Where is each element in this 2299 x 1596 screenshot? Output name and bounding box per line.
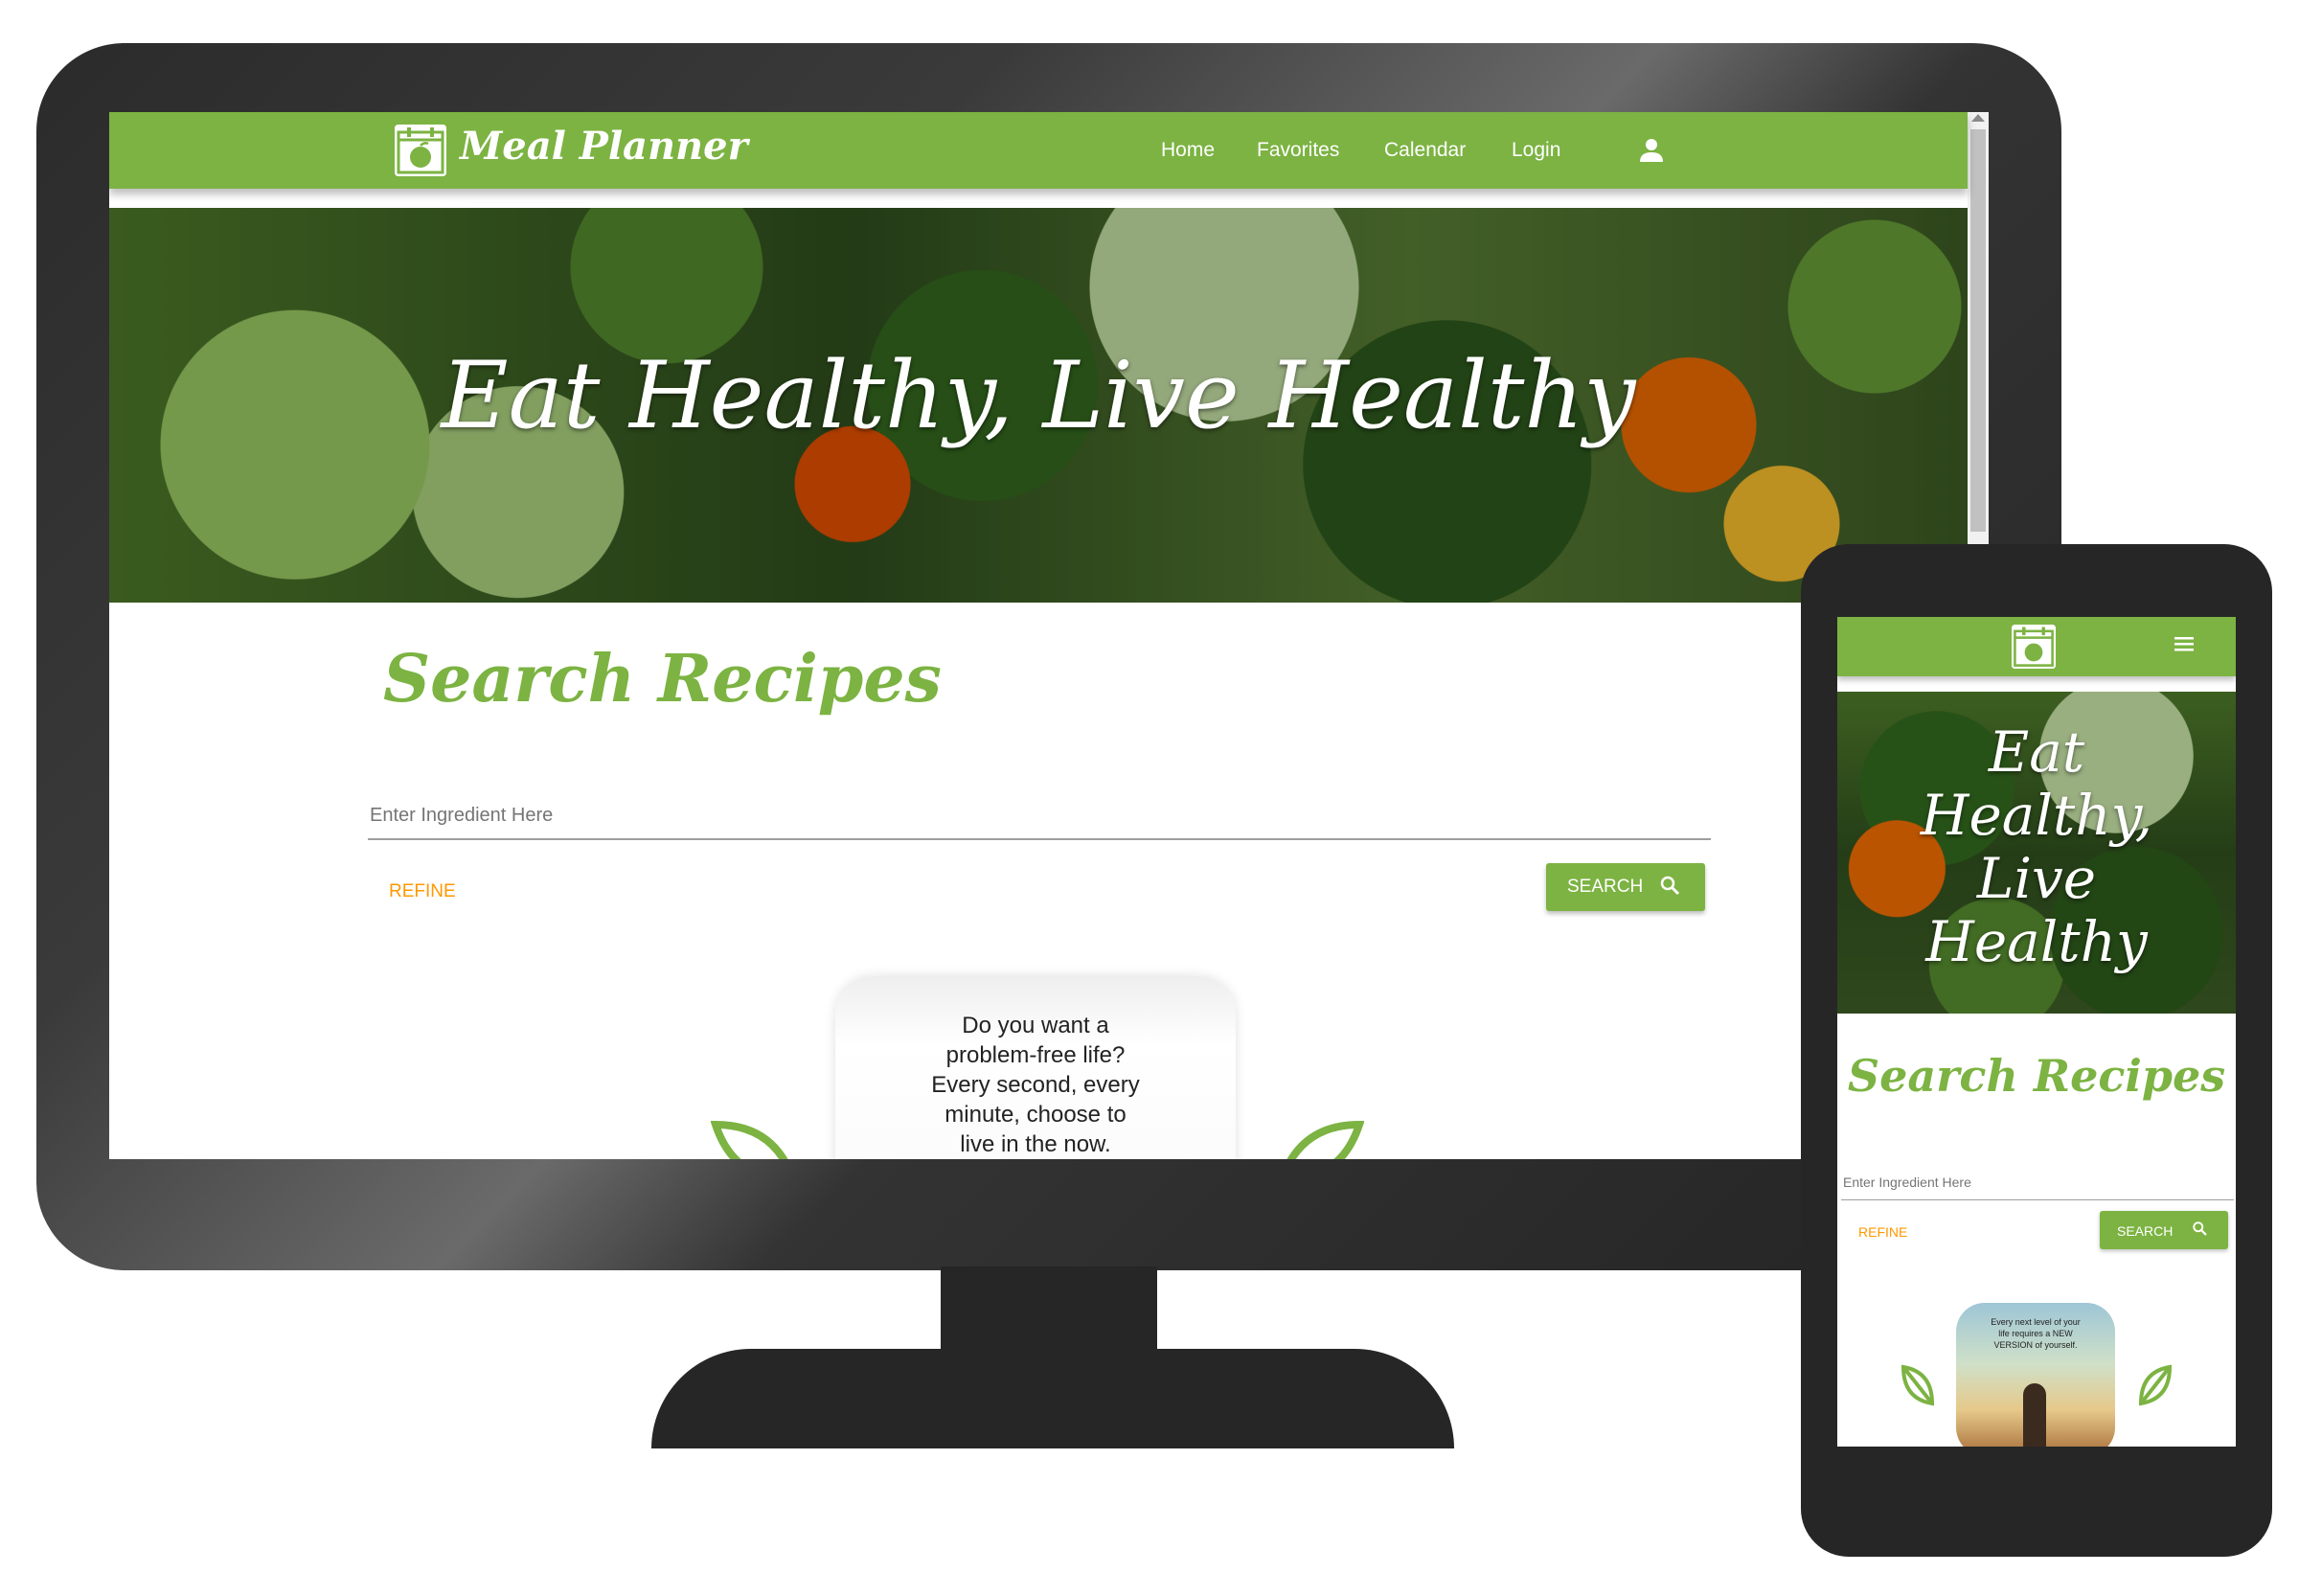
hero-banner: Eat Healthy, Live Healthy (109, 208, 1968, 603)
leaf-icon (2136, 1362, 2174, 1408)
nav-login[interactable]: Login (1512, 139, 1560, 162)
mobile-quote-card: Every next level of your life requires a… (1956, 1303, 2115, 1447)
magnifier-icon (1659, 875, 1682, 898)
leaf-icon (1899, 1362, 1937, 1408)
person-icon[interactable] (1638, 137, 1665, 164)
quote-line: Every second, every (931, 1072, 1140, 1098)
nav-calendar[interactable]: Calendar (1384, 139, 1466, 162)
mobile-ingredient-search-input[interactable] (1841, 1165, 2234, 1200)
hero-title: Eat Healthy, Live Healthy (441, 342, 1636, 449)
nav-favorites[interactable]: Favorites (1257, 139, 1339, 162)
mobile-quote-line: Every next level of your (1991, 1317, 2081, 1327)
leaf-icon (710, 1120, 797, 1159)
mobile-search-button[interactable]: SEARCH (2100, 1211, 2228, 1249)
scrollbar-thumb[interactable] (1970, 129, 1986, 532)
ingredient-search-input[interactable] (368, 792, 1711, 840)
quote-text: Do you want a problem-free life? Every s… (835, 1011, 1236, 1159)
hamburger-icon[interactable] (2173, 634, 2196, 653)
leaf-icon (1278, 1120, 1365, 1159)
quote-line: minute, choose to (945, 1102, 1127, 1128)
mobile-hero-banner: Eat Healthy, Live Healthy (1837, 692, 2236, 1014)
mobile-quote-text: Every next level of your life requires a… (1969, 1316, 2102, 1351)
desktop-monitor-base (651, 1349, 1454, 1448)
mobile-hero-title-line: Eat (1988, 719, 2085, 785)
quote-card: Do you want a problem-free life? Every s… (835, 976, 1236, 1159)
mobile-quote-line: life requires a NEW (1998, 1329, 2073, 1338)
search-button-label: SEARCH (1567, 877, 1644, 897)
search-button[interactable]: SEARCH (1546, 863, 1705, 911)
desktop-monitor-neck (941, 1266, 1157, 1353)
mobile-hero-title-line: Healthy (1925, 909, 2148, 974)
mobile-hero-title-line: Live (1976, 846, 2097, 911)
mobile-search-recipes-heading: Search Recipes (1847, 1050, 2226, 1102)
mobile-hero-title: Eat Healthy, Live Healthy (1837, 720, 2236, 973)
search-recipes-heading: Search Recipes (383, 641, 942, 718)
quote-line: Do you want a (962, 1013, 1109, 1038)
calendar-apple-logo-icon[interactable] (395, 125, 446, 176)
quote-line: problem-free life? (945, 1042, 1126, 1068)
brand-name[interactable]: Meal Planner (460, 124, 748, 169)
mobile-navbar (1837, 617, 2236, 676)
scroll-up-arrow-icon[interactable] (1971, 114, 1985, 122)
mobile-search-button-label: SEARCH (2117, 1223, 2174, 1239)
quote-line: live in the now. (960, 1131, 1111, 1157)
refine-link[interactable]: REFINE (389, 881, 456, 902)
mobile-screen: Eat Healthy, Live Healthy Search Recipes… (1837, 617, 2236, 1447)
desktop-screen: Meal Planner Home Favorites Calendar Log… (109, 112, 1989, 1159)
person-silhouette (2023, 1383, 2046, 1447)
magnifier-icon (2192, 1220, 2209, 1238)
mobile-hero-title-line: Healthy, (1920, 783, 2153, 848)
nav-home[interactable]: Home (1161, 139, 1215, 162)
mobile-quote-line: VERSION of yourself. (1993, 1340, 2078, 1350)
mobile-refine-link[interactable]: REFINE (1858, 1224, 1907, 1240)
desktop-navbar: Meal Planner Home Favorites Calendar Log… (109, 112, 1968, 189)
calendar-apple-logo-icon[interactable] (2012, 625, 2056, 669)
